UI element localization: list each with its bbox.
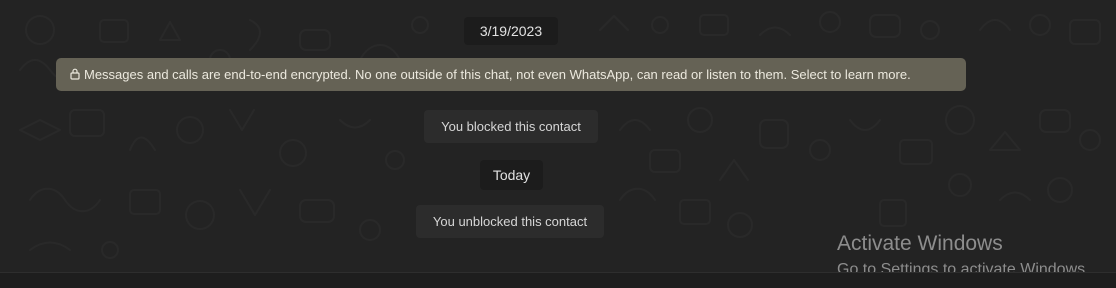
message-composer-edge <box>0 272 1116 288</box>
encryption-notice-text: Messages and calls are end-to-end encryp… <box>84 67 911 82</box>
system-message-blocked: You blocked this contact <box>424 110 598 143</box>
watermark-title: Activate Windows <box>837 232 1003 255</box>
chat-message-area: 3/19/2023 Messages and calls are end-to-… <box>0 0 1116 272</box>
activate-windows-watermark: Activate Windows Go to Settings to activ… <box>837 230 1085 272</box>
system-message-unblocked: You unblocked this contact <box>416 205 604 238</box>
encryption-notice[interactable]: Messages and calls are end-to-end encryp… <box>56 58 966 91</box>
lock-icon <box>70 68 80 80</box>
date-divider: 3/19/2023 <box>464 17 558 45</box>
date-divider-today: Today <box>480 160 543 190</box>
watermark-subtitle: Go to Settings to activate Windows <box>837 261 1086 272</box>
